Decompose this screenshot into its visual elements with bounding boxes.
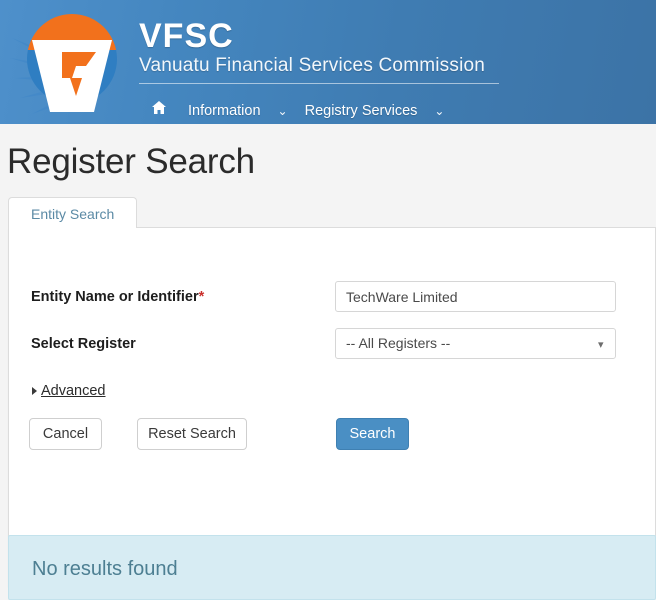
brand-acronym: VFSC (139, 17, 234, 55)
advanced-label: Advanced (41, 383, 106, 399)
nav-item-registry-services[interactable]: Registry Services (292, 99, 431, 123)
select-register-label: Select Register (31, 336, 136, 352)
tab-strip: Entity Search (8, 197, 656, 229)
entity-name-label: Entity Name or Identifier* (31, 289, 205, 305)
advanced-toggle[interactable]: Advanced (32, 383, 106, 399)
cancel-button[interactable]: Cancel (29, 418, 102, 450)
chevron-down-icon[interactable]: ⌄ (274, 99, 292, 123)
chevron-down-icon[interactable]: ⌄ (430, 99, 448, 123)
main-nav: Information ⌄ Registry Services ⌄ (143, 99, 448, 123)
brand-full-name: Vanuatu Financial Services Commission (139, 55, 486, 76)
site-header: VFSC Vanuatu Financial Services Commissi… (0, 0, 656, 124)
nav-home-link[interactable] (143, 99, 175, 123)
brand-divider (139, 83, 499, 84)
tab-entity-search[interactable]: Entity Search (8, 197, 138, 229)
results-panel: No results found (8, 535, 656, 600)
reset-search-button[interactable]: Reset Search (137, 418, 247, 450)
nav-item-information[interactable]: Information (175, 99, 274, 123)
page-body: Register Search Entity Search Entity Nam… (0, 124, 656, 592)
home-icon (151, 99, 167, 123)
required-marker: * (198, 289, 205, 305)
entity-name-input[interactable] (335, 281, 616, 312)
select-register-dropdown[interactable]: -- All Registers -- (335, 328, 616, 359)
no-results-message: No results found (32, 558, 178, 580)
brand-block: VFSC Vanuatu Financial Services Commissi… (139, 18, 499, 84)
search-button[interactable]: Search (336, 418, 409, 450)
vfsc-shield-logo[interactable] (6, 4, 136, 122)
triangle-right-icon (32, 387, 37, 395)
page-title: Register Search (7, 142, 255, 181)
search-form-card: Entity Name or Identifier* Select Regist… (8, 228, 656, 587)
